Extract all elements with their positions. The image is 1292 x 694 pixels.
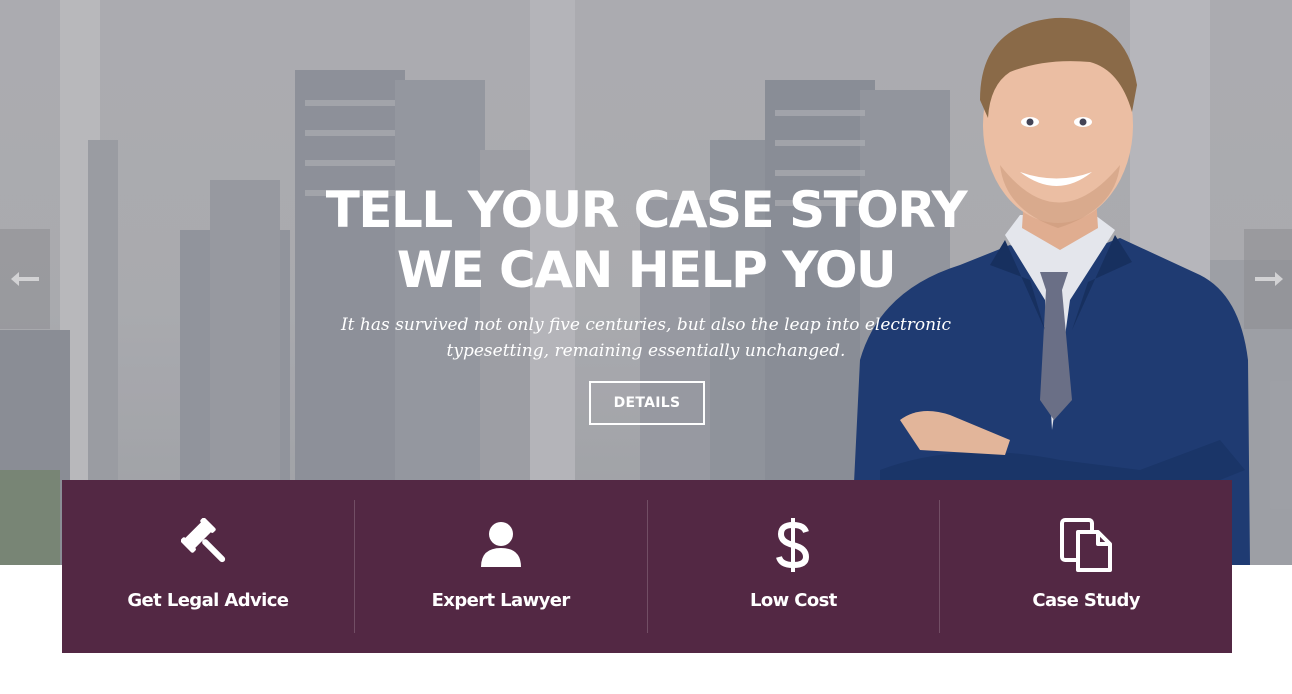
feature-label: Get Legal Advice [127,590,289,611]
documents-icon [1060,518,1113,572]
user-icon [480,522,521,567]
slider-next-button[interactable] [1244,229,1292,329]
feature-low-cost[interactable]: Low Cost [646,500,940,633]
details-button[interactable]: DETAILS [589,381,705,425]
feature-label: Case Study [1032,590,1140,611]
features-bar: Get Legal Advice Expert Lawyer Low Cost [62,480,1232,653]
arrow-right-icon [1255,272,1283,286]
gavel-icon [180,518,226,563]
feature-label: Low Cost [749,590,837,611]
hero-title: TELL YOUR CASE STORY WE CAN HELP YOU [325,181,968,299]
hero-subtitle: It has survived not only five centuries,… [340,315,952,361]
feature-legal-advice[interactable]: Get Legal Advice [62,500,354,633]
feature-case-study[interactable]: Case Study [939,500,1232,633]
feature-label: Expert Lawyer [431,590,571,611]
dollar-icon [776,518,810,572]
arrow-left-icon [11,272,39,286]
feature-expert-lawyer[interactable]: Expert Lawyer [353,500,647,633]
slider-prev-button[interactable] [0,229,50,329]
